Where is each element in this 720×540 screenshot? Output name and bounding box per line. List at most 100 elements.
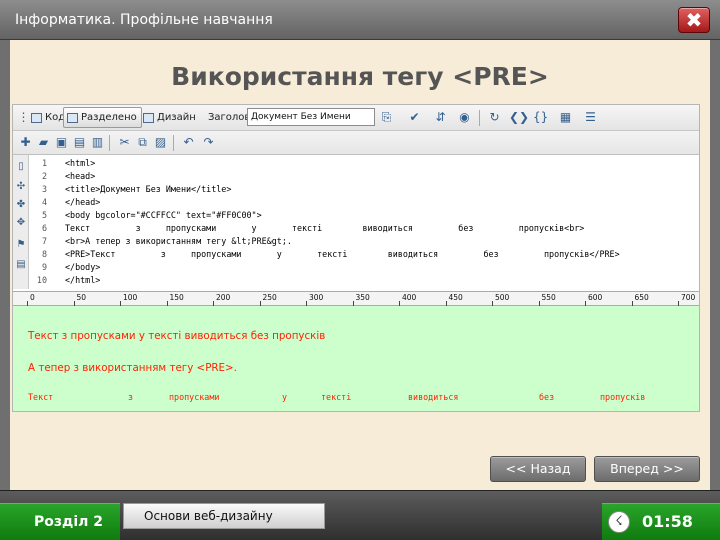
pre-word: пропусками — [169, 392, 220, 402]
pre-word: пропусків — [600, 392, 646, 402]
pre-word: Текст — [28, 392, 54, 402]
code-line: 5 <body bgcolor="#CCFFCC" text="#FF0C00"… — [31, 209, 697, 221]
code-line: 7 <br>А тепер з використанням тегу &lt;P… — [31, 235, 697, 247]
code-text: </body> — [65, 262, 101, 272]
visual-aids-icon[interactable]: ▦ — [558, 110, 573, 125]
clock-icon[interactable]: ☇ — [608, 511, 630, 533]
line-number: 4 — [41, 197, 47, 207]
timer: ☇ 01:58 — [602, 503, 720, 540]
highlight-invalid-icon[interactable]: ⚑ — [15, 239, 27, 251]
view-options-icon[interactable]: ☰ — [583, 110, 598, 125]
file-management-icon[interactable]: ⎘ — [379, 110, 394, 125]
code-line: 10 </html> — [31, 274, 697, 286]
code-text: <title>Документ Без Имени</title> — [65, 184, 232, 194]
design-preformatted-text: Текст з пропусками у тексті виводиться б… — [28, 392, 688, 404]
toolbar-separator — [479, 110, 480, 126]
ruler-label: 100 — [123, 293, 138, 302]
code-text: </head> — [65, 197, 101, 207]
timer-value: 01:58 — [642, 512, 693, 531]
refresh-icon[interactable]: ↻ — [487, 110, 502, 125]
code-text: </html> — [65, 275, 101, 285]
line-number: 3 — [41, 184, 47, 194]
expand-all-icon[interactable]: ✤ — [15, 199, 27, 211]
ruler-label: 50 — [76, 293, 87, 302]
topic-label: Основи веб-дизайну — [144, 509, 273, 523]
code-text: <head> — [65, 171, 96, 181]
line-number: 10 — [36, 275, 47, 285]
ruler-label: 600 — [588, 293, 603, 302]
line-number: 6 — [41, 223, 47, 233]
tab-design-label: Дизайн — [157, 112, 196, 123]
undo-icon[interactable]: ↶ — [181, 135, 196, 150]
ruler-label: 350 — [355, 293, 370, 302]
code-line: 9 </body> — [31, 261, 697, 273]
ruler-label: 150 — [169, 293, 184, 302]
toolbar-separator — [109, 135, 110, 151]
comment-icon[interactable]: ▤ — [15, 259, 27, 271]
code-navigator-icon[interactable]: ❮❯ — [509, 110, 529, 125]
design-paragraph-note: А тепер з використанням тегу <PRE>. — [28, 362, 237, 374]
ruler-label: 650 — [634, 293, 649, 302]
pre-word: у — [282, 392, 288, 402]
pre-word: виводиться — [408, 392, 459, 402]
tab-split-label: Разделено — [81, 112, 137, 123]
code-line: 8 <PRE>Текст з пропусками у тексті вивод… — [31, 248, 697, 260]
code-line: 2 <head> — [31, 170, 697, 182]
new-document-icon[interactable]: ✚ — [18, 135, 33, 150]
insert-toolbar: ✚ ▰ ▣ ▤ ▥ ✂ ⧉ ▨ ↶ ↷ — [13, 131, 699, 155]
topic-tab[interactable]: Основи веб-дизайну — [123, 503, 325, 529]
ruler-label: 500 — [495, 293, 510, 302]
line-number: 5 — [41, 210, 47, 220]
preview-globe-icon[interactable]: ◉ — [457, 110, 472, 125]
ruler-label: 250 — [262, 293, 277, 302]
code-line: 3 <title>Документ Без Имени</title> — [31, 183, 697, 195]
coding-toolbar: ▯ ✣ ✤ ✥ ⚑ ▤ — [13, 155, 29, 289]
code-text: <body bgcolor="#CCFFCC" text="#FF0C00"> — [65, 210, 262, 220]
redo-icon[interactable]: ↷ — [201, 135, 216, 150]
code-view[interactable]: 1 <html> 2 <head> 3 <title>Документ Без … — [31, 157, 697, 289]
browser-check-icon[interactable]: ✔ — [407, 110, 422, 125]
save-icon[interactable]: ▣ — [54, 135, 69, 150]
select-parent-icon[interactable]: ✥ — [15, 217, 27, 229]
code-line: 6 Текст з пропусками у тексті виводиться… — [31, 222, 697, 234]
title-input[interactable]: Документ Без Имени — [247, 108, 375, 126]
pre-word: з — [128, 392, 134, 402]
editor-toolbar: ⋮ Код Разделено Дизайн Заголовок: Докуме… — [13, 105, 699, 131]
validate-icon[interactable]: ⇵ — [433, 110, 448, 125]
debug-icon[interactable]: {} — [533, 110, 548, 125]
open-documents-icon[interactable]: ▯ — [15, 161, 27, 173]
section-label: Розділ 2 — [34, 514, 103, 530]
section-tab[interactable]: Розділ 2 — [0, 503, 120, 540]
design-view[interactable]: Текст з пропусками у тексті виводиться б… — [13, 306, 699, 411]
app-title-bar: Інформатика. Профільне навчання ✖ — [0, 0, 720, 40]
code-text: <PRE>Текст з пропусками у тексті виводит… — [65, 249, 620, 259]
editor-screenshot: ⋮ Код Разделено Дизайн Заголовок: Докуме… — [12, 104, 700, 412]
save-all-icon[interactable]: ▤ — [72, 135, 87, 150]
close-button[interactable]: ✖ — [678, 7, 710, 33]
tab-split[interactable]: Разделено — [63, 107, 142, 128]
code-text: <br>А тепер з використанням тегу &lt;PRE… — [65, 236, 292, 246]
code-text: <html> — [65, 158, 96, 168]
ruler-label: 300 — [309, 293, 324, 302]
design-ruler: 0 50 100 150 200 250 300 350 400 450 500 550 600 650 7… — [13, 291, 699, 306]
copy-icon[interactable]: ⧉ — [135, 135, 150, 150]
code-line: 4 </head> — [31, 196, 697, 208]
open-folder-icon[interactable]: ▰ — [36, 135, 51, 150]
line-number: 2 — [41, 171, 47, 181]
design-view-icon — [143, 113, 154, 123]
design-paragraph-plain: Текст з пропусками у тексті виводиться б… — [28, 330, 326, 342]
close-icon[interactable]: ✖ — [679, 9, 709, 31]
back-button[interactable]: << Назад — [490, 456, 586, 482]
split-view-icon — [67, 113, 78, 123]
ruler-label: 0 — [30, 293, 35, 302]
forward-button[interactable]: Вперед >> — [594, 456, 700, 482]
pre-word: тексті — [321, 392, 352, 402]
print-icon[interactable]: ▥ — [90, 135, 105, 150]
paste-icon[interactable]: ▨ — [153, 135, 168, 150]
slide-title: Використання тегу <PRE> — [171, 62, 549, 91]
ruler-label: 450 — [448, 293, 463, 302]
tab-design[interactable]: Дизайн — [139, 107, 201, 128]
cut-icon[interactable]: ✂ — [117, 135, 132, 150]
collapse-tag-icon[interactable]: ✣ — [15, 181, 27, 193]
code-view-icon — [31, 113, 42, 123]
